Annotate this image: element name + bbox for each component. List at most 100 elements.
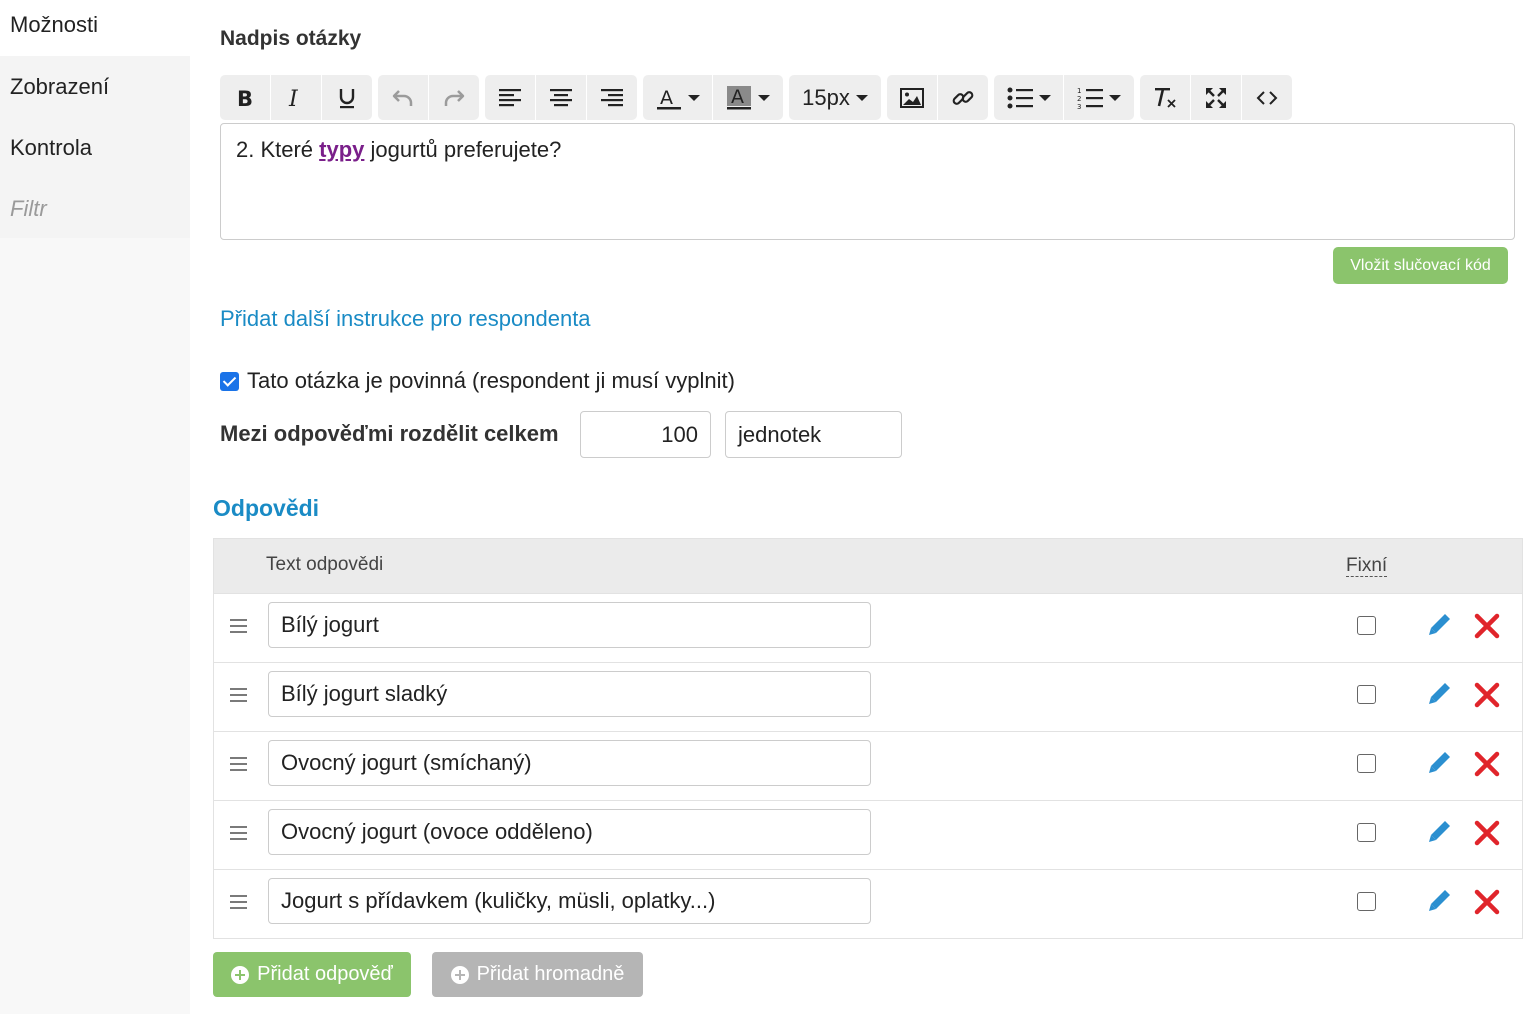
delete-icon[interactable]: [1474, 613, 1500, 639]
image-icon: [900, 87, 924, 108]
text-color-icon: A: [656, 87, 681, 109]
chevron-down-icon: [855, 94, 868, 101]
sidebar-item-kontrola[interactable]: Kontrola: [0, 117, 190, 178]
align-left-button[interactable]: [485, 75, 536, 120]
pencil-icon[interactable]: [1426, 888, 1452, 914]
delete-icon[interactable]: [1474, 751, 1500, 777]
text-color-button[interactable]: A: [643, 75, 713, 120]
column-header-text: Text odpovědi: [266, 554, 384, 575]
required-checkbox-row: Tato otázka je povinná (respondent ji mu…: [220, 368, 735, 394]
clear-format-icon: [1155, 87, 1176, 108]
font-size-value: 15px: [802, 84, 850, 110]
sidebar-item-zobrazeni[interactable]: Zobrazení: [0, 56, 190, 117]
svg-text:A: A: [660, 87, 673, 109]
insert-link-button[interactable]: [938, 75, 988, 120]
fixed-checkbox[interactable]: [1357, 823, 1376, 842]
bullet-list-icon: [1007, 87, 1033, 108]
table-row: Ovocný jogurt (smíchaný): [214, 731, 1522, 800]
answer-text-input[interactable]: Ovocný jogurt (smíchaný): [268, 740, 871, 786]
fixed-checkbox[interactable]: [1357, 685, 1376, 704]
question-text-after: jogurtů preferujete?: [364, 137, 562, 162]
delete-icon[interactable]: [1474, 820, 1500, 846]
fullscreen-button[interactable]: [1191, 75, 1242, 120]
redo-icon: [444, 89, 465, 106]
chevron-down-icon: [1109, 94, 1121, 101]
undo-icon: [392, 89, 413, 106]
answers-table: Text odpovědi Fixní Bílý jogurt Bílý jog…: [213, 538, 1523, 939]
delete-icon[interactable]: [1474, 889, 1500, 915]
question-title-label: Nadpis otázky: [220, 27, 362, 50]
plus-circle-icon: [450, 965, 469, 984]
delete-icon[interactable]: [1474, 682, 1500, 708]
question-text-before: 2. Které: [236, 137, 320, 162]
table-row: Jogurt s přídavkem (kuličky, müsli, opla…: [214, 869, 1522, 938]
bullet-list-button[interactable]: [994, 75, 1064, 120]
bold-icon: B: [237, 87, 253, 109]
svg-text:A: A: [731, 86, 744, 108]
svg-text:1: 1: [1077, 87, 1081, 95]
add-bulk-button[interactable]: Přidat hromadně: [432, 952, 643, 997]
misc-group: [1140, 75, 1292, 120]
pencil-icon[interactable]: [1426, 750, 1452, 776]
align-right-button[interactable]: [587, 75, 637, 120]
chevron-down-icon: [687, 94, 700, 101]
drag-handle-icon[interactable]: [230, 688, 247, 706]
answer-text-input[interactable]: Ovocný jogurt (ovoce odděleno): [268, 809, 871, 855]
distribution-label: Mezi odpověďmi rozdělit celkem: [220, 421, 559, 446]
svg-text:B: B: [237, 87, 253, 109]
italic-button[interactable]: I: [271, 75, 322, 120]
code-icon: [1256, 90, 1278, 105]
align-right-icon: [601, 88, 623, 106]
pencil-icon[interactable]: [1426, 681, 1452, 707]
editor-toolbar: B I A A 15px 1 2 3: [220, 75, 1298, 120]
sidebar-item-label: Kontrola: [10, 134, 92, 160]
bold-button[interactable]: B: [220, 75, 271, 120]
distribution-total-input[interactable]: 100: [580, 411, 711, 458]
add-answer-button[interactable]: Přidat odpověď: [213, 952, 411, 997]
numbered-list-icon: 123: [1077, 87, 1103, 110]
font-size-dropdown[interactable]: 15px: [789, 75, 881, 120]
align-left-icon: [499, 88, 521, 106]
align-center-button[interactable]: [536, 75, 587, 120]
drag-handle-icon[interactable]: [230, 826, 247, 844]
background-color-button[interactable]: A: [713, 75, 783, 120]
question-text-editor[interactable]: 2. Které typy jogurtů preferujete?: [220, 123, 1515, 240]
fixed-checkbox[interactable]: [1357, 754, 1376, 773]
distribution-unit-input[interactable]: jednotek: [725, 411, 902, 458]
svg-text:2: 2: [1077, 95, 1081, 103]
question-text-highlight: typy: [319, 137, 365, 162]
numbered-list-button[interactable]: 123: [1064, 75, 1134, 120]
answers-table-header: Text odpovědi Fixní: [214, 539, 1522, 593]
answer-text-input[interactable]: Jogurt s přídavkem (kuličky, müsli, opla…: [268, 878, 871, 924]
drag-handle-icon[interactable]: [230, 757, 247, 775]
insert-merge-code-button[interactable]: Vložit slučovací kód: [1333, 247, 1508, 284]
color-group: A A: [643, 75, 783, 120]
pencil-icon[interactable]: [1426, 819, 1452, 845]
sidebar-item-filtr[interactable]: Filtr: [0, 178, 190, 239]
align-group: [485, 75, 637, 120]
answer-text-input[interactable]: Bílý jogurt: [268, 602, 871, 648]
sidebar-item-moznosti[interactable]: Možnosti: [0, 0, 190, 56]
add-bulk-label: Přidat hromadně: [476, 963, 625, 985]
fullscreen-icon: [1206, 87, 1226, 108]
undo-button[interactable]: [378, 75, 429, 120]
insert-group: [887, 75, 988, 120]
svg-text:I: I: [288, 87, 299, 109]
link-icon: [952, 90, 974, 105]
sidebar-background: [0, 238, 190, 1014]
underline-button[interactable]: [322, 75, 372, 120]
answer-text-input[interactable]: Bílý jogurt sladký: [268, 671, 871, 717]
italic-icon: I: [288, 87, 299, 109]
add-instructions-link[interactable]: Přidat další instrukce pro respondenta: [220, 306, 591, 332]
fixed-checkbox[interactable]: [1357, 892, 1376, 911]
code-view-button[interactable]: [1242, 75, 1292, 120]
insert-image-button[interactable]: [887, 75, 938, 120]
redo-button[interactable]: [429, 75, 479, 120]
fixed-checkbox[interactable]: [1357, 616, 1376, 635]
drag-handle-icon[interactable]: [230, 619, 247, 637]
clear-format-button[interactable]: [1140, 75, 1191, 120]
drag-handle-icon[interactable]: [230, 895, 247, 913]
pencil-icon[interactable]: [1426, 612, 1452, 638]
align-center-icon: [550, 88, 572, 106]
required-checkbox[interactable]: [220, 371, 239, 391]
